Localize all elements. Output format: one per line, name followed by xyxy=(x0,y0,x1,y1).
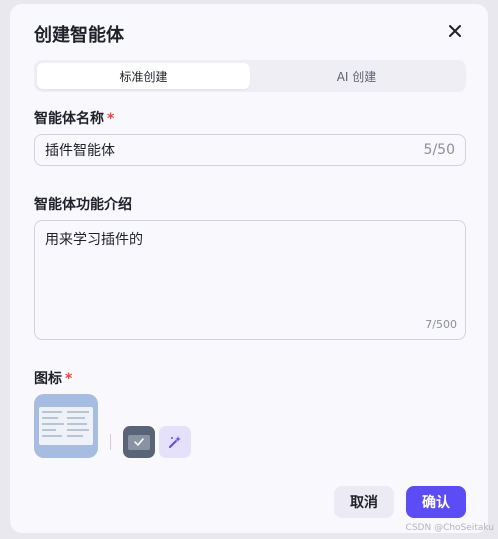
watermark: CSDN @ChoSeitaku xyxy=(405,523,494,533)
create-mode-tabs: 标准创建 AI 创建 xyxy=(34,60,466,92)
check-icon xyxy=(134,438,144,446)
create-agent-dialog: 创建智能体 标准创建 AI 创建 智能体名称 * 插件智能体 5/50 智能体功能… xyxy=(10,4,488,533)
sparkle-wand-icon xyxy=(169,436,181,448)
uploaded-image-option[interactable] xyxy=(123,426,155,458)
agent-name-input[interactable]: 插件智能体 5/50 xyxy=(34,134,466,166)
screenshot-thumbnail-icon xyxy=(39,407,93,445)
tab-standard-create[interactable]: 标准创建 xyxy=(37,63,250,89)
required-mark: * xyxy=(107,111,115,127)
close-button[interactable] xyxy=(444,20,466,42)
icon-label-text: 图标 xyxy=(34,371,62,387)
dialog-title: 创建智能体 xyxy=(34,25,124,46)
image-thumbnail-icon xyxy=(128,434,150,450)
icon-label: 图标 * xyxy=(34,368,72,388)
agent-name-char-count: 5/50 xyxy=(423,142,455,158)
name-label-text: 智能体名称 xyxy=(34,111,104,127)
cancel-button[interactable]: 取消 xyxy=(334,486,394,518)
agent-description-char-count: 7/500 xyxy=(425,318,457,331)
close-icon xyxy=(449,25,461,37)
confirm-button[interactable]: 确认 xyxy=(406,486,466,518)
icon-options-divider xyxy=(110,434,111,450)
agent-description-textarea[interactable]: 用来学习插件的 7/500 xyxy=(34,220,466,340)
required-mark: * xyxy=(65,371,73,387)
agent-icon-preview[interactable] xyxy=(34,394,98,458)
agent-description-value: 用来学习插件的 xyxy=(45,232,143,248)
description-label: 智能体功能介绍 xyxy=(34,197,132,213)
name-label: 智能体名称 * xyxy=(34,108,114,128)
ai-generate-icon-button[interactable] xyxy=(159,426,191,458)
agent-name-value: 插件智能体 xyxy=(45,143,115,159)
tab-ai-create[interactable]: AI 创建 xyxy=(250,63,463,89)
